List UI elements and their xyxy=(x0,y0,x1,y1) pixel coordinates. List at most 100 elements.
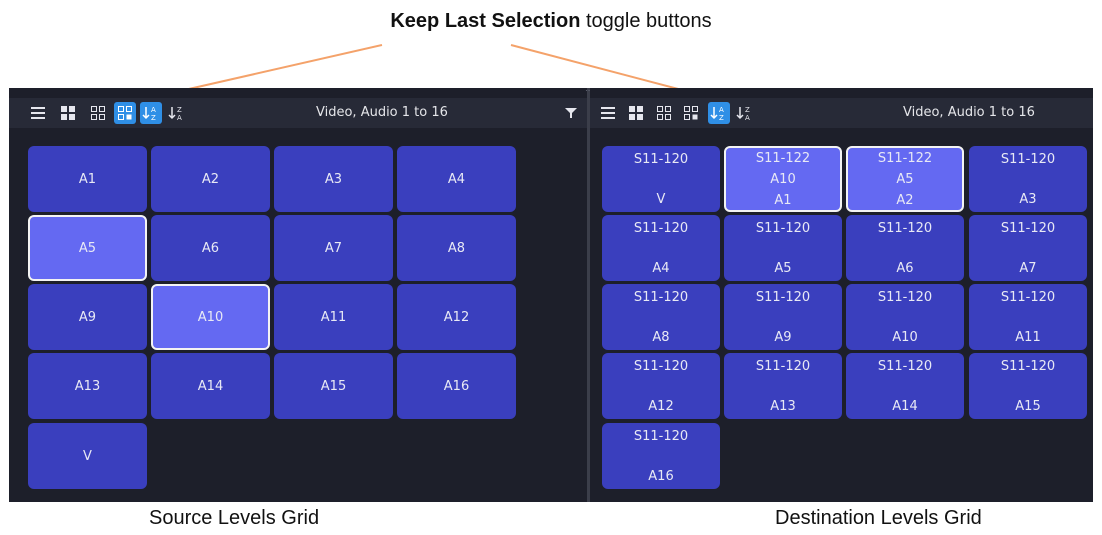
source-level-label: A13 xyxy=(74,378,101,394)
destination-name-label: S11-120 xyxy=(755,359,811,374)
destination-level-label: A4 xyxy=(652,261,670,276)
destination-level-label: A14 xyxy=(892,399,918,414)
source-level-label: A9 xyxy=(78,309,97,325)
source-level-label: A10 xyxy=(197,309,224,325)
source-level-label: A4 xyxy=(447,171,466,187)
source-level-label: A3 xyxy=(324,171,343,187)
source-level-button[interactable]: A16 xyxy=(397,353,516,419)
destination-name-label: S11-120 xyxy=(1000,359,1056,374)
source-level-button[interactable]: A5 xyxy=(28,215,147,281)
destination-name-label: S11-120 xyxy=(1000,152,1056,167)
filter-icon[interactable] xyxy=(565,107,577,119)
destination-name-label: S11-120 xyxy=(1000,221,1056,236)
destination-level-label: A10 xyxy=(892,330,918,345)
source-level-button[interactable]: A13 xyxy=(28,353,147,419)
destination-level-label: A16 xyxy=(648,469,674,484)
source-level-button[interactable]: A1 xyxy=(28,146,147,212)
source-level-label: A12 xyxy=(443,309,470,325)
large-grid-icon[interactable] xyxy=(57,102,79,124)
sort-descending-icon[interactable]: ZA xyxy=(734,102,756,124)
destination-level-button[interactable]: S11-120 A12 xyxy=(602,353,720,419)
destination-level-label: A2 xyxy=(896,193,914,208)
source-level-button[interactable]: A3 xyxy=(274,146,393,212)
source-level-label: A6 xyxy=(201,240,220,256)
source-level-button[interactable]: A7 xyxy=(274,215,393,281)
source-level-button[interactable]: A14 xyxy=(151,353,270,419)
destination-grid-caption: Destination Levels Grid xyxy=(775,507,982,529)
source-level-label: A16 xyxy=(443,378,470,394)
destination-level-button[interactable]: S11-122 A5 A2 xyxy=(846,146,964,212)
destination-name-label: S11-122 xyxy=(755,151,811,166)
destination-name-label: S11-122 xyxy=(877,151,933,166)
source-level-label: V xyxy=(83,448,92,464)
destination-level-button[interactable]: S11-120 A8 xyxy=(602,284,720,350)
source-level-button[interactable]: A4 xyxy=(397,146,516,212)
source-level-button[interactable]: A15 xyxy=(274,353,393,419)
destination-name-label: S11-120 xyxy=(1000,290,1056,305)
sort-descending-icon[interactable]: ZA xyxy=(166,102,188,124)
destination-level-button[interactable]: S11-120 A4 xyxy=(602,215,720,281)
destination-level-button[interactable]: S11-120 A14 xyxy=(846,353,964,419)
source-level-label: A8 xyxy=(447,240,466,256)
destination-level-label: V xyxy=(656,192,666,207)
keep-last-selection-icon[interactable] xyxy=(680,102,702,124)
destination-level-button[interactable]: S11-120 A11 xyxy=(969,284,1087,350)
source-level-button[interactable]: A2 xyxy=(151,146,270,212)
source-level-label: A7 xyxy=(324,240,343,256)
destination-level-label: A5 xyxy=(774,261,792,276)
destination-level-button[interactable]: S11-120 A15 xyxy=(969,353,1087,419)
svg-text:A: A xyxy=(151,106,156,114)
source-levels-panel: AZ ZA Video, Audio 1 to 16 A1 A2 A3 A4 A5 A6 A… xyxy=(9,88,587,502)
source-level-button[interactable]: A8 xyxy=(397,215,516,281)
destination-name-label: S11-120 xyxy=(633,429,689,444)
destination-name-label: S11-120 xyxy=(877,359,933,374)
source-level-button[interactable]: A6 xyxy=(151,215,270,281)
destination-name-label: S11-120 xyxy=(633,359,689,374)
source-level-label: A14 xyxy=(197,378,224,394)
destination-level-label: A1 xyxy=(774,193,792,208)
destination-level-button[interactable]: S11-120 A3 xyxy=(969,146,1087,212)
destination-level-label: A7 xyxy=(1019,261,1037,276)
list-view-icon[interactable] xyxy=(597,102,619,124)
destination-toolbar: AZ ZA Video, Audio 1 to 16 xyxy=(590,98,1093,128)
small-grid-icon[interactable] xyxy=(653,102,675,124)
sort-ascending-icon[interactable]: AZ xyxy=(140,102,162,124)
sort-ascending-icon[interactable]: AZ xyxy=(708,102,730,124)
destination-level-button[interactable]: S11-122 A10 A1 xyxy=(724,146,842,212)
destination-level-label: A3 xyxy=(1019,192,1037,207)
svg-text:Z: Z xyxy=(177,106,182,114)
destination-level-button[interactable]: S11-120 V xyxy=(602,146,720,212)
source-level-label: A11 xyxy=(320,309,347,325)
large-grid-icon[interactable] xyxy=(625,102,647,124)
svg-text:A: A xyxy=(177,114,182,122)
destination-level-button[interactable]: S11-120 A6 xyxy=(846,215,964,281)
source-level-label: A1 xyxy=(78,171,97,187)
destination-level-button[interactable]: S11-120 A16 xyxy=(602,423,720,489)
destination-level-label: A12 xyxy=(648,399,674,414)
destination-name-label: S11-120 xyxy=(633,290,689,305)
source-level-button[interactable]: A9 xyxy=(28,284,147,350)
level-filter-label[interactable]: Video, Audio 1 to 16 xyxy=(316,105,448,120)
source-level-button[interactable]: V xyxy=(28,423,147,489)
destination-level-button[interactable]: S11-120 A13 xyxy=(724,353,842,419)
source-level-button[interactable]: A12 xyxy=(397,284,516,350)
keep-last-selection-icon[interactable] xyxy=(114,102,136,124)
small-grid-icon[interactable] xyxy=(87,102,109,124)
destination-name-label: S11-120 xyxy=(877,290,933,305)
destination-level-label: A5 xyxy=(896,172,914,187)
destination-level-label: A13 xyxy=(770,399,796,414)
destination-level-button[interactable]: S11-120 A5 xyxy=(724,215,842,281)
destination-level-button[interactable]: S11-120 A7 xyxy=(969,215,1087,281)
destination-level-label: A8 xyxy=(652,330,670,345)
source-level-button[interactable]: A11 xyxy=(274,284,393,350)
svg-text:Z: Z xyxy=(151,114,156,122)
destination-level-label: A10 xyxy=(770,172,796,187)
destination-level-button[interactable]: S11-120 A10 xyxy=(846,284,964,350)
source-toolbar: AZ ZA Video, Audio 1 to 16 xyxy=(9,98,587,128)
destination-level-button[interactable]: S11-120 A9 xyxy=(724,284,842,350)
source-level-button[interactable]: A10 xyxy=(151,284,270,350)
destination-level-label: A6 xyxy=(896,261,914,276)
level-filter-label[interactable]: Video, Audio 1 to 16 xyxy=(903,105,1035,120)
source-level-label: A15 xyxy=(320,378,347,394)
list-view-icon[interactable] xyxy=(27,102,49,124)
